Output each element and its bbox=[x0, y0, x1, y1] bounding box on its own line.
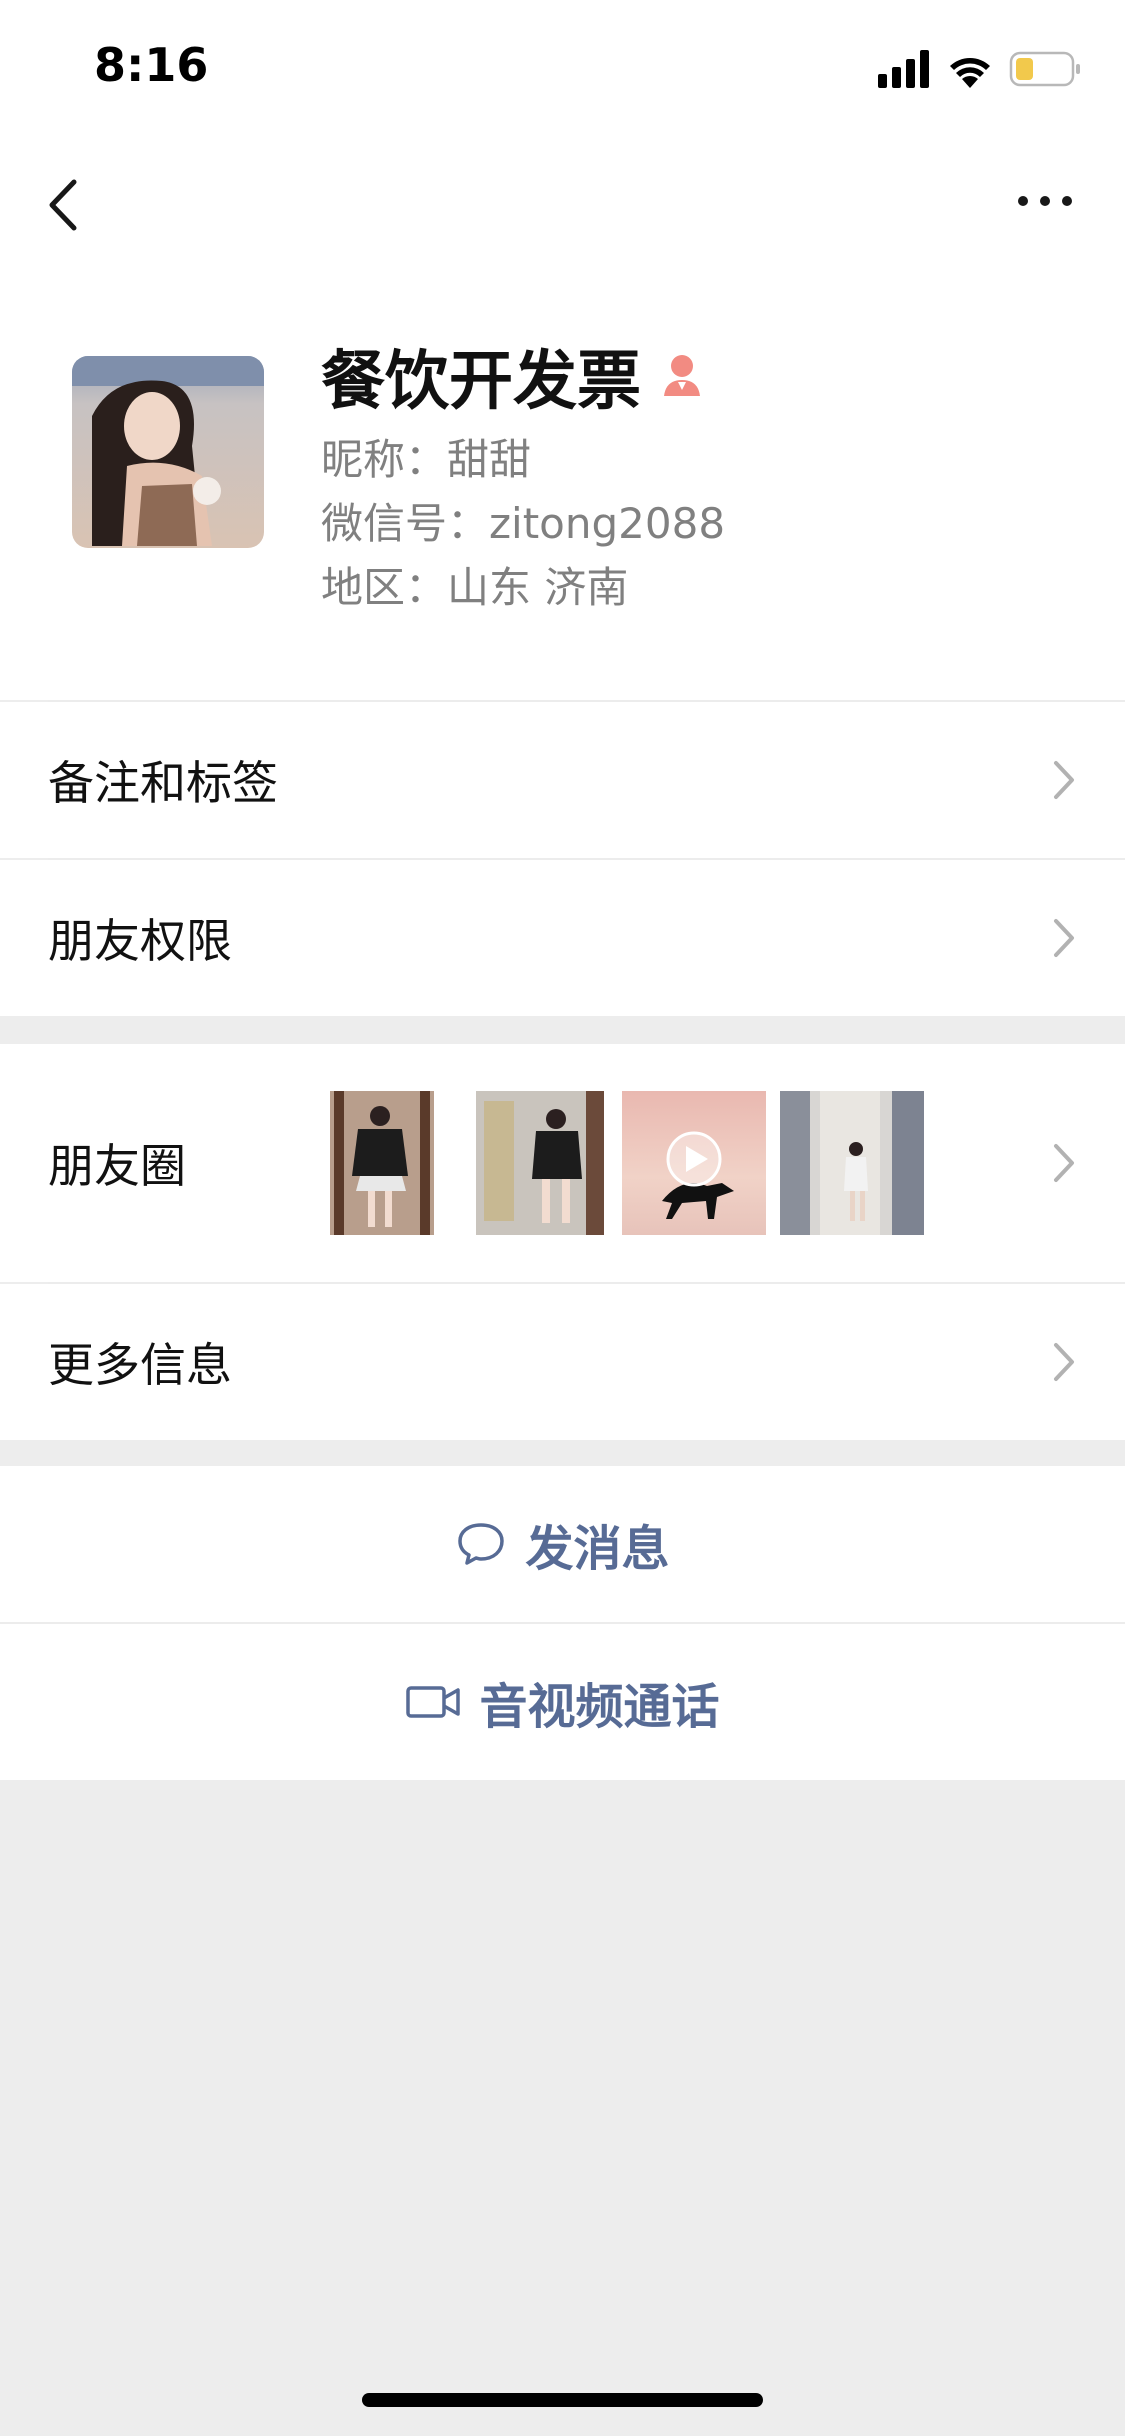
chevron-right-icon bbox=[1054, 1343, 1074, 1381]
nav-bar bbox=[0, 150, 1125, 250]
cellular-signal-icon bbox=[878, 50, 929, 88]
row-friend-permissions[interactable]: 朋友权限 bbox=[0, 860, 1125, 1016]
back-button[interactable] bbox=[36, 170, 96, 240]
moments-video-thumbnail[interactable] bbox=[622, 1091, 766, 1235]
home-indicator bbox=[362, 2393, 763, 2407]
chevron-left-icon bbox=[49, 179, 77, 231]
chat-bubble-icon bbox=[457, 1523, 504, 1565]
chevron-right-icon bbox=[1054, 919, 1074, 957]
battery-low-icon bbox=[1009, 51, 1080, 87]
row-remarks-tags[interactable]: 备注和标签 bbox=[0, 702, 1125, 858]
status-time: 8:16 bbox=[94, 38, 209, 92]
chevron-right-icon bbox=[1054, 761, 1074, 799]
row-label: 朋友圈 bbox=[48, 1139, 186, 1193]
moments-thumbnail[interactable] bbox=[330, 1091, 474, 1235]
wechat-id: 微信号：zitong2088 bbox=[321, 499, 726, 548]
row-label: 朋友权限 bbox=[48, 914, 232, 968]
moments-thumbnail[interactable] bbox=[476, 1091, 620, 1235]
wifi-icon bbox=[950, 58, 990, 88]
row-label: 备注和标签 bbox=[48, 756, 278, 810]
chevron-right-icon bbox=[1054, 1144, 1074, 1182]
play-icon bbox=[666, 1131, 722, 1187]
female-icon bbox=[664, 355, 700, 396]
more-button[interactable] bbox=[1010, 176, 1080, 226]
avatar-photo bbox=[72, 356, 264, 548]
av-call-label: 音视频通话 bbox=[479, 1679, 720, 1735]
moments-thumbnail[interactable] bbox=[780, 1091, 924, 1235]
av-call-button[interactable]: 音视频通话 bbox=[0, 1624, 1125, 1780]
status-icons bbox=[878, 50, 1080, 88]
avatar[interactable] bbox=[72, 356, 264, 548]
send-message-button[interactable]: 发消息 bbox=[0, 1466, 1125, 1622]
video-camera-icon bbox=[405, 1686, 460, 1718]
row-more-info[interactable]: 更多信息 bbox=[0, 1284, 1125, 1440]
row-label: 更多信息 bbox=[48, 1338, 232, 1392]
nickname: 昵称：甜甜 bbox=[321, 435, 532, 484]
region: 地区：山东 济南 bbox=[321, 563, 629, 612]
send-message-label: 发消息 bbox=[525, 1521, 670, 1577]
display-name: 餐饮开发票 bbox=[321, 345, 641, 419]
